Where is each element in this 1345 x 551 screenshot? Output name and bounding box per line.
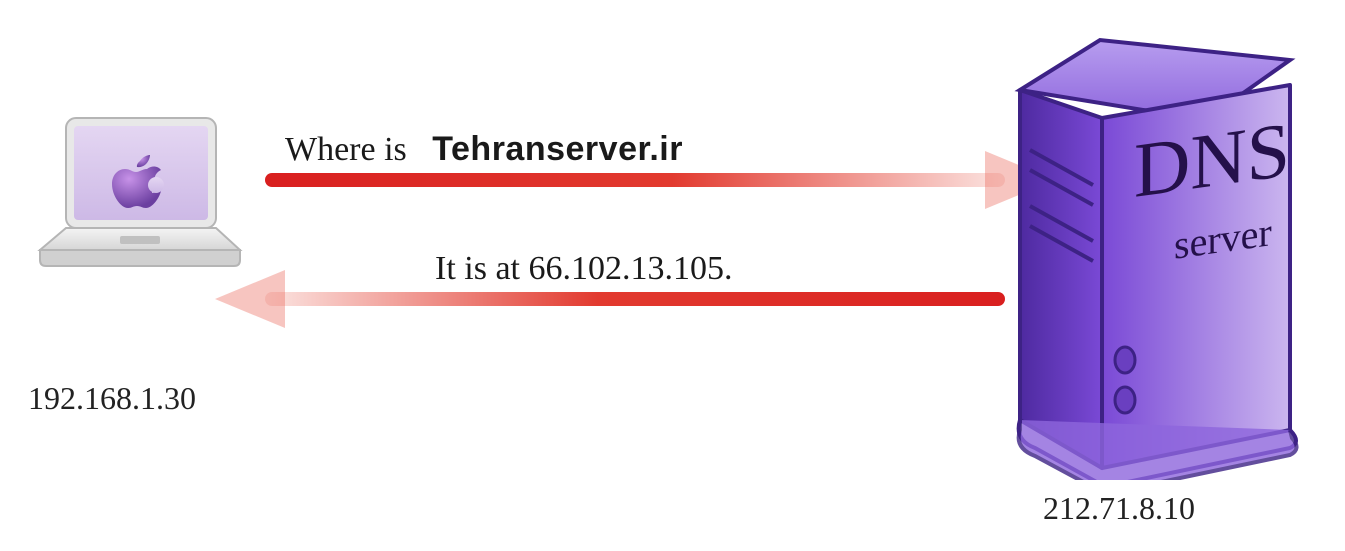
arrow-bar-right <box>265 173 1005 187</box>
arrow-bar-left <box>265 292 1005 306</box>
query-label: Where is Tehranserver.ir <box>285 130 1005 169</box>
query-prefix: Where is <box>285 131 407 168</box>
dns-server <box>990 30 1310 485</box>
server-ip-label: 212.71.8.10 <box>1043 490 1195 527</box>
dns-response-arrow: It is at 66.102.13.105. <box>265 250 1005 306</box>
response-label: It is at 66.102.13.105. <box>435 250 1005 288</box>
client-laptop <box>30 110 250 295</box>
arrowhead-left-icon <box>215 270 285 328</box>
laptop-icon <box>30 110 250 290</box>
dns-lookup-diagram: 192.168.1.30 Where is Tehranserver.ir It… <box>0 0 1345 551</box>
dns-query-arrow: Where is Tehranserver.ir <box>265 130 1005 187</box>
client-ip-label: 192.168.1.30 <box>28 380 196 417</box>
query-domain: Tehranserver.ir <box>432 130 683 168</box>
